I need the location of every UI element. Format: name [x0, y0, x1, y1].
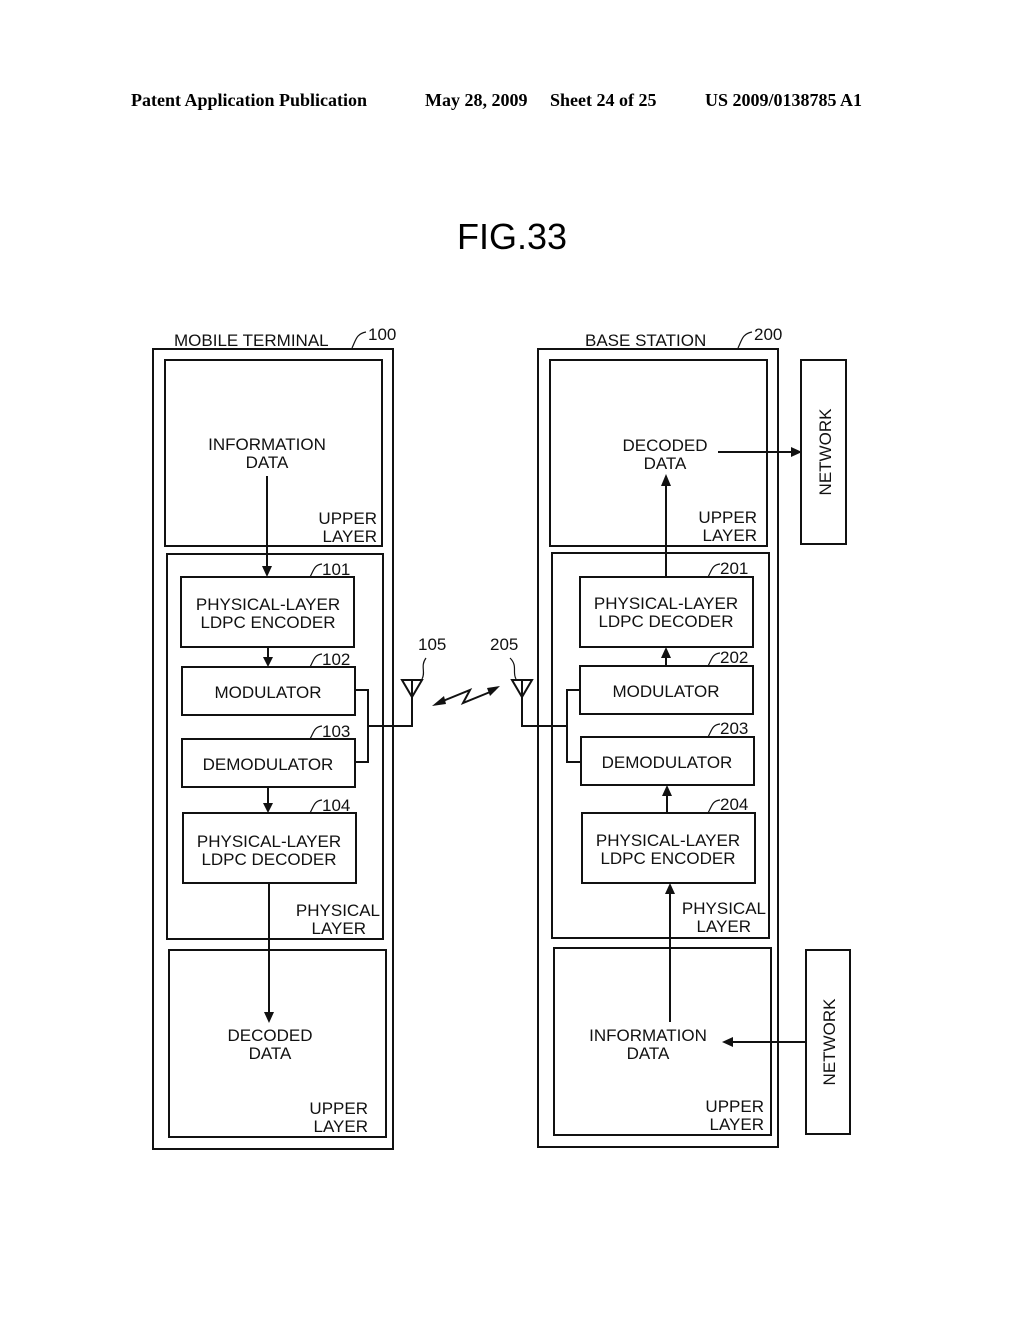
network-top-label: NETWORK — [816, 408, 835, 496]
mt-info-data-line1: INFORMATION — [208, 435, 326, 454]
mt-decoded-data-line2: DATA — [249, 1044, 292, 1063]
bs-info-data-line2: DATA — [627, 1044, 670, 1063]
bs-decoder-line2: LDPC DECODER — [598, 612, 733, 631]
bs-encoder-line1: PHYSICAL-LAYER — [596, 831, 740, 850]
network-bottom-label: NETWORK — [820, 998, 839, 1086]
mt-upper-layer-bottom-label-1: UPPER — [309, 1099, 368, 1118]
base-station-ref: 200 — [754, 325, 782, 344]
arrow-left-icon — [722, 1037, 733, 1047]
ref-leader — [309, 653, 323, 668]
mt-upper-layer-label-1: UPPER — [318, 509, 377, 528]
bs-block-ref-201: 201 — [720, 559, 748, 578]
mt-encoder-line1: PHYSICAL-LAYER — [196, 595, 340, 614]
mt-decoded-data-line1: DECODED — [227, 1026, 312, 1045]
bs-physical-layer-label-1: PHYSICAL — [682, 899, 766, 918]
mt-upper-layer-label-2: LAYER — [323, 527, 378, 546]
ref-leader — [707, 723, 721, 738]
mt-demodulator-label: DEMODULATOR — [203, 755, 334, 774]
mt-block-ref-103: 103 — [322, 722, 350, 741]
arrow-down-icon — [263, 803, 273, 813]
arrow-down-icon — [264, 1012, 274, 1023]
mt-upper-layer-bottom-label-2: LAYER — [314, 1117, 369, 1136]
mobile-terminal-label: MOBILE TERMINAL — [174, 331, 329, 350]
block-diagram: MOBILE TERMINAL 100 INFORMATION DATA UPP… — [152, 325, 851, 1150]
ref-leader — [309, 563, 323, 578]
arrow-up-icon — [662, 785, 672, 796]
bs-antenna-feed — [521, 697, 567, 727]
bs-upper-layer-bottom-label-2: LAYER — [710, 1115, 765, 1134]
mt-block-ref-104: 104 — [322, 796, 350, 815]
ref-leader — [421, 657, 427, 680]
mt-block-ref-101: 101 — [322, 560, 350, 579]
base-station-label: BASE STATION — [585, 331, 706, 350]
bs-block-ref-204: 204 — [720, 795, 748, 814]
bs-encoder-line2: LDPC ENCODER — [600, 849, 735, 868]
bs-upper-layer-label-1: UPPER — [698, 508, 757, 527]
arrow-up-icon — [661, 474, 671, 486]
arrow-up-icon — [661, 647, 671, 658]
bs-decoded-data-line1: DECODED — [622, 436, 707, 455]
mobile-terminal: MOBILE TERMINAL 100 INFORMATION DATA UPP… — [152, 325, 446, 1150]
ref-leader — [707, 563, 721, 578]
bs-modulator-label: MODULATOR — [612, 682, 719, 701]
mt-mod-demod-bus — [355, 689, 369, 763]
lightning-link-icon — [437, 688, 496, 705]
ref-leader — [309, 725, 323, 740]
wireless-link — [432, 686, 500, 706]
arrow-up-icon — [665, 883, 675, 894]
mt-modulator-label: MODULATOR — [214, 683, 321, 702]
mt-info-data-line2: DATA — [246, 453, 289, 472]
mt-decoder-line1: PHYSICAL-LAYER — [197, 832, 341, 851]
arrow-down-icon — [263, 657, 273, 667]
mt-antenna-feed — [368, 697, 413, 727]
bs-mod-demod-bus — [566, 689, 581, 763]
mt-encoder-line2: LDPC ENCODER — [200, 613, 335, 632]
bs-block-ref-203: 203 — [720, 719, 748, 738]
bs-physical-layer-label-2: LAYER — [697, 917, 752, 936]
ref-leader — [351, 331, 367, 349]
mt-decoder-line2: LDPC DECODER — [201, 850, 336, 869]
ref-leader — [737, 331, 753, 349]
mt-physical-layer-label-2: LAYER — [312, 919, 367, 938]
base-station: BASE STATION 200 DECODED DATA UPPER LAYE… — [490, 325, 806, 1148]
bs-demodulator-label: DEMODULATOR — [602, 753, 733, 772]
network-bottom: NETWORK — [805, 949, 851, 1135]
ref-leader — [509, 657, 517, 680]
ref-leader — [309, 799, 323, 814]
bs-decoded-data-line2: DATA — [644, 454, 687, 473]
ref-leader — [707, 799, 721, 814]
bs-block-ref-202: 202 — [720, 648, 748, 667]
arrow-left-icon — [432, 696, 446, 706]
mt-physical-layer-label-1: PHYSICAL — [296, 901, 380, 920]
bs-decoder-line1: PHYSICAL-LAYER — [594, 594, 738, 613]
ref-leader — [707, 652, 721, 667]
bs-upper-layer-label-2: LAYER — [703, 526, 758, 545]
mt-block-ref-102: 102 — [322, 650, 350, 669]
mobile-terminal-ref: 100 — [368, 325, 396, 344]
network-top: NETWORK — [800, 359, 847, 545]
arrow-down-icon — [262, 566, 272, 577]
bs-upper-layer-bottom-label-1: UPPER — [705, 1097, 764, 1116]
bs-antenna-ref: 205 — [490, 635, 518, 654]
arrow-right-icon — [487, 686, 500, 696]
mt-antenna-ref: 105 — [418, 635, 446, 654]
bs-info-data-line1: INFORMATION — [589, 1026, 707, 1045]
